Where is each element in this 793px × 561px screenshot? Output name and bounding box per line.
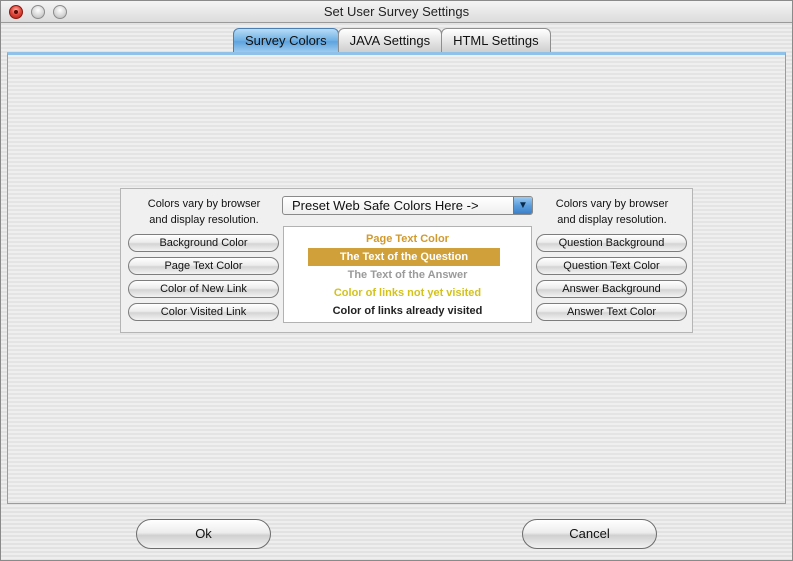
left-hint-text: Colors vary by browser and display resol… <box>147 198 261 226</box>
right-hint-text: Colors vary by browser and display resol… <box>555 198 669 226</box>
preset-colors-value: Preset Web Safe Colors Here -> <box>292 198 479 213</box>
preview-answer: The Text of the Answer <box>347 269 468 281</box>
tab-bar: Survey Colors JAVA Settings HTML Setting… <box>233 28 551 52</box>
visited-link-color-button[interactable]: Color Visited Link <box>128 303 279 321</box>
background-color-button[interactable]: Background Color <box>128 234 279 252</box>
new-link-color-button[interactable]: Color of New Link <box>128 280 279 298</box>
preview-question: The Text of the Question <box>308 248 500 266</box>
survey-colors-pane: Colors vary by browser and display resol… <box>7 52 786 504</box>
answer-background-button[interactable]: Answer Background <box>536 280 687 298</box>
preview-visited-link: Color of links already visited <box>332 305 483 317</box>
answer-text-color-button[interactable]: Answer Text Color <box>536 303 687 321</box>
cancel-button[interactable]: Cancel <box>522 519 657 549</box>
preset-colors-select[interactable]: Preset Web Safe Colors Here -> ▼ <box>282 196 533 215</box>
title-bar[interactable]: Set User Survey Settings <box>1 1 792 23</box>
question-background-button[interactable]: Question Background <box>536 234 687 252</box>
question-text-color-button[interactable]: Question Text Color <box>536 257 687 275</box>
tab-survey-colors[interactable]: Survey Colors <box>233 28 339 52</box>
preview-new-link: Color of links not yet visited <box>333 287 482 299</box>
color-settings-panel: Colors vary by browser and display resol… <box>120 188 693 333</box>
tab-html-settings[interactable]: HTML Settings <box>441 28 551 52</box>
window-title: Set User Survey Settings <box>323 4 470 19</box>
preview-page-text: Page Text Color <box>366 233 449 245</box>
dialog-window: Set User Survey Settings Survey Colors J… <box>0 0 793 561</box>
color-preview-box: Page Text Color The Text of the Question… <box>283 226 532 323</box>
right-resolution-hint: Colors vary by browser and display resol… <box>537 196 687 228</box>
page-text-color-button[interactable]: Page Text Color <box>128 257 279 275</box>
chevron-down-icon[interactable]: ▼ <box>513 197 532 214</box>
tab-java-settings[interactable]: JAVA Settings <box>337 28 443 52</box>
ok-button[interactable]: Ok <box>136 519 271 549</box>
left-resolution-hint: Colors vary by browser and display resol… <box>129 196 279 228</box>
